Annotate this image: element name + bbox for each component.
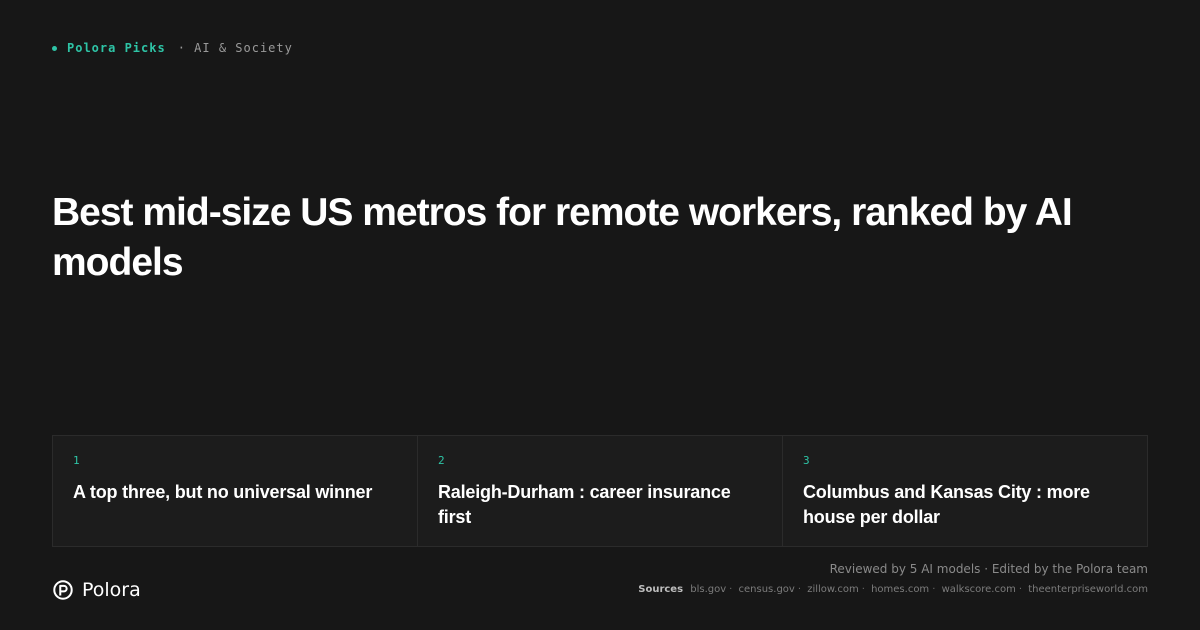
source-link[interactable]: census.gov: [739, 584, 795, 595]
brand-logo[interactable]: Polora: [52, 578, 141, 602]
source-separator: ·: [861, 584, 865, 595]
card-number: 3: [803, 454, 810, 467]
source-separator: ·: [1018, 584, 1023, 595]
sources-label: Sources: [638, 584, 684, 595]
takeaway-card-3[interactable]: 3 Columbus and Kansas City : more house …: [783, 436, 1147, 546]
page-title: Best mid-size US metros for remote worke…: [52, 191, 1073, 284]
source-separator: ·: [797, 584, 802, 595]
takeaway-card-2[interactable]: 2 Raleigh-Durham : career insurance firs…: [418, 436, 783, 546]
source-link[interactable]: bls.gov: [690, 584, 726, 595]
share-card: Polora Picks · AI & Society Best mid-siz…: [0, 0, 1200, 630]
source-link[interactable]: homes.com: [871, 584, 929, 595]
footer-meta: Reviewed by 5 AI models · Edited by the …: [638, 562, 1148, 595]
card-number: 1: [73, 454, 80, 467]
takeaway-card-1[interactable]: 1 A top three, but no universal winner: [53, 436, 418, 546]
card-title: Raleigh-Durham : career insurance first: [438, 482, 731, 527]
source-link[interactable]: theenterpriseworld.com: [1028, 584, 1148, 595]
source-separator: ·: [729, 584, 733, 595]
dot-icon: [52, 45, 57, 51]
card-title: A top three, but no universal winner: [73, 482, 373, 502]
source-link[interactable]: walkscore.com: [942, 584, 1016, 595]
eyebrow-brand[interactable]: Polora Picks: [67, 41, 166, 55]
eyebrow-category[interactable]: · AI & Society: [178, 41, 293, 55]
logo-name: Polora: [82, 579, 141, 601]
eyebrow: Polora Picks · AI & Society: [52, 40, 293, 56]
takeaway-cards: 1 A top three, but no universal winner 2…: [52, 435, 1148, 547]
sources-line: Sources bls.gov · census.gov · zillow.com ·…: [638, 584, 1148, 595]
card-title: Columbus and Kansas City : more house pe…: [803, 482, 1090, 527]
reviewed-note: Reviewed by 5 AI models · Edited by the …: [829, 562, 1148, 576]
source-link[interactable]: zillow.com: [807, 584, 859, 595]
polora-logo-icon: [53, 580, 73, 600]
source-separator: ·: [932, 584, 936, 595]
card-number: 2: [438, 454, 445, 467]
